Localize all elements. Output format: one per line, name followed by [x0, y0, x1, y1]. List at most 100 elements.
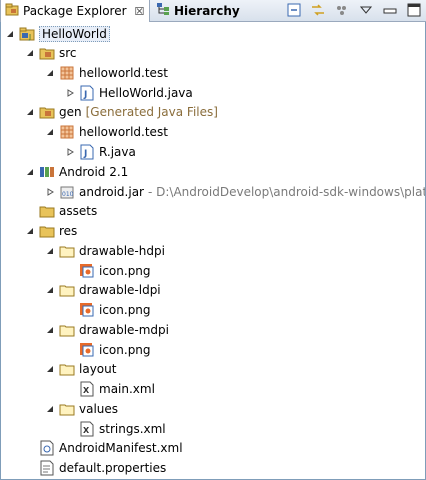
folder-icon — [59, 401, 75, 417]
expanded-triangle-icon[interactable] — [45, 285, 55, 295]
r-java-label: R.java — [99, 145, 136, 159]
folder-icon — [39, 203, 55, 219]
jar-icon: 010 — [59, 184, 75, 200]
layout-label: layout — [79, 362, 117, 376]
helloworld-java-label: HelloWorld.java — [99, 86, 193, 100]
link-with-editor-icon[interactable] — [310, 2, 326, 18]
tree-item-src[interactable]: src — [25, 43, 77, 63]
folder-icon — [39, 223, 55, 239]
view-tab-bar: Package Explorer ☒ Hierarchy — [0, 0, 426, 22]
tab-package-explorer-label: Package Explorer — [23, 4, 127, 18]
svg-text:010: 010 — [62, 191, 74, 198]
tree-item-manifest[interactable]: AndroidManifest.xml — [39, 438, 183, 458]
tree-item-android-jar[interactable]: 010 android.jar - D:\AndroidDevelop\andr… — [45, 182, 426, 202]
xml-file-icon: X — [79, 421, 95, 437]
folder-icon — [59, 322, 75, 338]
view-menu-icon[interactable] — [358, 2, 374, 18]
view-toolbar — [286, 2, 422, 18]
gen-label: gen — [59, 105, 82, 119]
svg-text:X: X — [83, 386, 90, 395]
expanded-triangle-icon[interactable] — [45, 364, 55, 374]
properties-file-icon — [39, 460, 55, 476]
folder-icon — [59, 243, 75, 259]
tree-item-assets[interactable]: assets — [25, 201, 97, 221]
close-tab-icon[interactable]: ☒ — [135, 5, 145, 18]
image-file-icon — [79, 342, 95, 358]
project-name: HelloWorld — [39, 26, 110, 42]
tab-hierarchy[interactable]: Hierarchy — [152, 0, 240, 21]
src-label: src — [59, 46, 77, 60]
collapsed-triangle-icon[interactable] — [45, 187, 55, 197]
filter-icon[interactable] — [334, 2, 350, 18]
tree-item-res[interactable]: res — [25, 221, 77, 241]
android-project-icon: J — [19, 26, 35, 42]
collapse-all-icon[interactable] — [286, 2, 302, 18]
minimize-icon[interactable] — [382, 2, 398, 18]
expanded-triangle-icon[interactable] — [25, 48, 35, 58]
expanded-triangle-icon[interactable] — [45, 404, 55, 414]
tree-item-main-xml[interactable]: X main.xml — [79, 379, 155, 399]
expanded-triangle-icon[interactable] — [5, 29, 15, 39]
source-folder-icon — [39, 45, 55, 61]
manifest-label: AndroidManifest.xml — [59, 441, 183, 455]
tab-package-explorer[interactable]: Package Explorer ☒ — [0, 0, 150, 22]
android-jar-path: - D:\AndroidDevelop\android-sdk-windows\… — [147, 185, 426, 199]
expanded-triangle-icon[interactable] — [45, 246, 55, 256]
svg-text:J: J — [28, 33, 31, 41]
tree-item-android-lib[interactable]: Android 2.1 — [25, 162, 128, 182]
package-explorer-icon — [5, 3, 19, 20]
tree-item-project[interactable]: J HelloWorld — [5, 24, 110, 44]
package-icon — [59, 124, 75, 140]
src-package-label: helloworld.test — [79, 66, 168, 80]
tree-item-helloworld-java[interactable]: J HelloWorld.java — [65, 83, 193, 103]
package-icon — [59, 65, 75, 81]
folder-icon — [59, 361, 75, 377]
tree-item-ldpi-icon[interactable]: icon.png — [79, 300, 151, 320]
tree-item-default-properties[interactable]: default.properties — [39, 458, 166, 478]
tree-item-gen-package[interactable]: helloworld.test — [45, 122, 168, 142]
gen-package-label: helloworld.test — [79, 125, 168, 139]
manifest-file-icon — [39, 440, 55, 456]
res-label: res — [59, 224, 78, 238]
expanded-triangle-icon[interactable] — [25, 107, 35, 117]
tree-item-gen[interactable]: gen [Generated Java Files] — [25, 102, 218, 122]
image-file-icon — [79, 302, 95, 318]
tree-item-drawable-hdpi[interactable]: drawable-hdpi — [45, 241, 165, 261]
package-explorer-tree: J HelloWorld src helloworld.test J Hello… — [0, 22, 426, 480]
ldpi-icon-label: icon.png — [99, 303, 151, 317]
expanded-triangle-icon[interactable] — [45, 127, 55, 137]
collapsed-triangle-icon[interactable] — [65, 88, 75, 98]
android-lib-label: Android 2.1 — [59, 165, 129, 179]
image-file-icon — [79, 263, 95, 279]
mdpi-icon-label: icon.png — [99, 343, 151, 357]
xml-file-icon: X — [79, 381, 95, 397]
tree-item-mdpi-icon[interactable]: icon.png — [79, 340, 151, 360]
tree-item-drawable-mdpi[interactable]: drawable-mdpi — [45, 320, 169, 340]
strings-xml-label: strings.xml — [99, 422, 166, 436]
tree-item-r-java[interactable]: J R.java — [65, 142, 136, 162]
tab-hierarchy-label: Hierarchy — [174, 3, 240, 18]
maximize-icon[interactable] — [406, 2, 422, 18]
source-folder-icon — [39, 104, 55, 120]
tree-item-values[interactable]: values — [45, 399, 118, 419]
android-jar-label: android.jar — [79, 185, 144, 199]
values-label: values — [79, 402, 119, 416]
tree-item-hdpi-icon[interactable]: icon.png — [79, 261, 151, 281]
tree-item-src-package[interactable]: helloworld.test — [45, 63, 168, 83]
hierarchy-icon — [156, 2, 170, 19]
expanded-triangle-icon[interactable] — [45, 325, 55, 335]
expanded-triangle-icon[interactable] — [45, 68, 55, 78]
drawable-ldpi-label: drawable-ldpi — [79, 283, 161, 297]
hdpi-icon-label: icon.png — [99, 264, 151, 278]
gen-decoration: [Generated Java Files] — [85, 105, 218, 119]
collapsed-triangle-icon[interactable] — [65, 147, 75, 157]
svg-text:X: X — [83, 426, 90, 435]
main-xml-label: main.xml — [99, 382, 155, 396]
tree-item-drawable-ldpi[interactable]: drawable-ldpi — [45, 280, 161, 300]
expanded-triangle-icon[interactable] — [25, 167, 35, 177]
tree-item-layout[interactable]: layout — [45, 359, 116, 379]
expanded-triangle-icon[interactable] — [25, 226, 35, 236]
tree-item-strings-xml[interactable]: X strings.xml — [79, 419, 166, 439]
svg-text:J: J — [83, 90, 87, 100]
java-file-icon: J — [79, 85, 95, 101]
